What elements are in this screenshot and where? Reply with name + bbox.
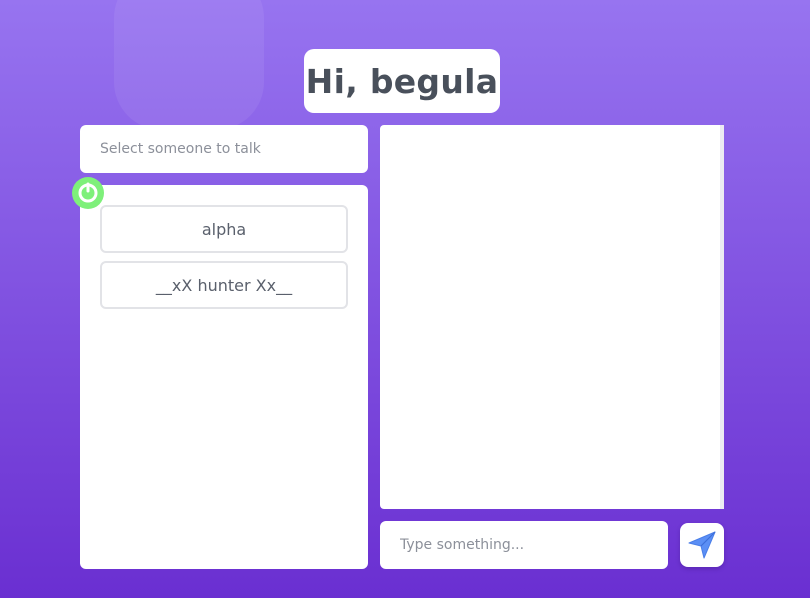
power-button[interactable] — [72, 177, 104, 209]
message-input[interactable] — [380, 521, 668, 569]
background-decoration — [114, 0, 264, 130]
chat-messages-area[interactable] — [380, 125, 724, 509]
select-contact-prompt: Select someone to talk — [80, 125, 368, 173]
page-title: Hi, begula — [304, 49, 500, 113]
contact-item-alpha[interactable]: alpha — [100, 205, 348, 253]
contacts-list: alpha __xX hunter Xx__ — [80, 185, 368, 569]
send-icon — [688, 531, 716, 559]
contact-item-hunter[interactable]: __xX hunter Xx__ — [100, 261, 348, 309]
send-button[interactable] — [680, 523, 724, 567]
power-icon — [78, 182, 98, 203]
